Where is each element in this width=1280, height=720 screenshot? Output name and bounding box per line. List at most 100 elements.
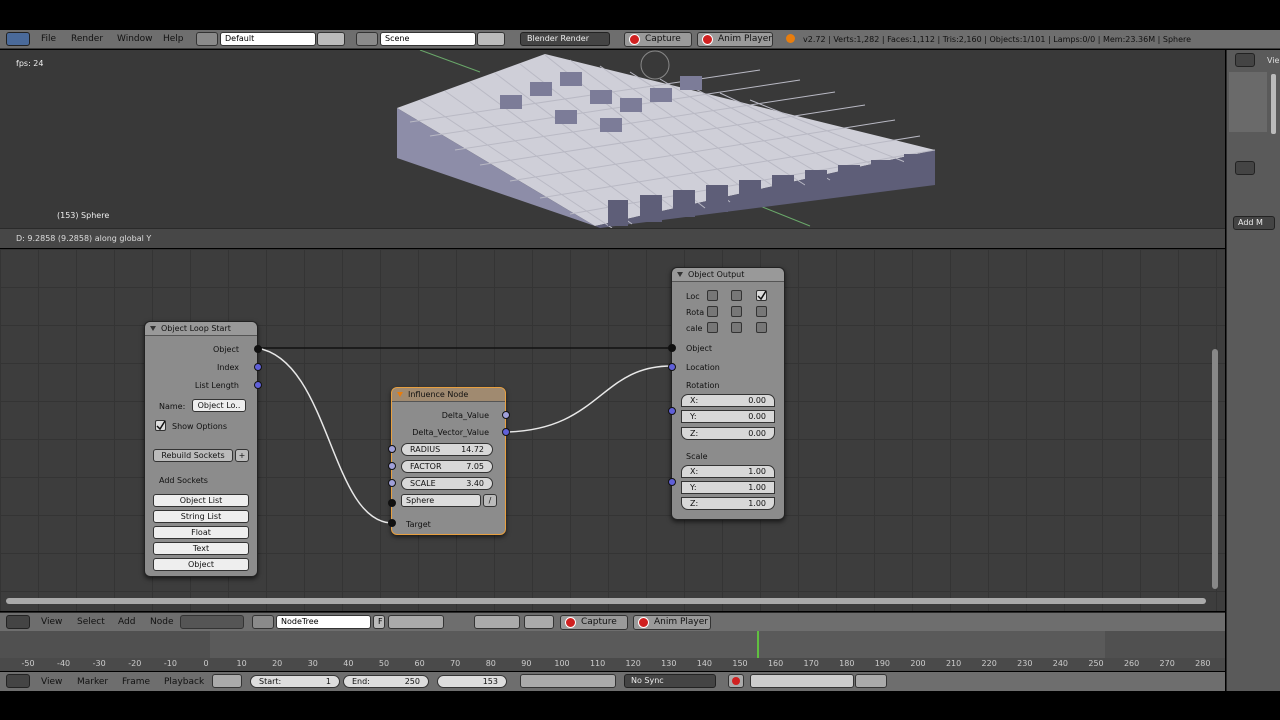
timeline-menu-frame[interactable]: Frame [122,677,150,687]
rot-z-checkbox[interactable] [756,306,767,317]
object-socket[interactable] [388,499,396,507]
node-anim-player-button[interactable]: Anim Player [633,615,711,630]
editor-type-icon[interactable] [6,32,30,46]
object-output-node[interactable]: Object Output Loc Rota cale Object Locat… [668,267,785,520]
layout-field[interactable]: Default [220,32,316,46]
rebuild-sockets-button[interactable]: Rebuild Sockets [153,449,233,462]
target-socket[interactable] [388,519,396,527]
capture-button[interactable]: Capture [624,32,692,47]
snap-buttons[interactable] [474,615,520,629]
scale-z-field[interactable]: Z: 1.00 [681,497,775,510]
node-header[interactable]: Object Output [672,268,784,282]
end-frame-field[interactable]: End: 250 [343,675,429,688]
output-index-socket[interactable] [254,363,262,371]
timeline[interactable] [0,631,1225,671]
rotation-z-field[interactable]: Z: 0.00 [681,427,775,440]
scene-field[interactable]: Scene [380,32,476,46]
name-input[interactable]: Object Lo.. [192,399,246,412]
view-tab-label[interactable]: Vie [1267,56,1279,65]
vertical-scrollbar[interactable] [1212,349,1218,589]
timeline-menu-marker[interactable]: Marker [77,677,108,687]
render-buttons[interactable] [524,615,554,629]
editor-type-icon[interactable] [6,615,30,629]
object-loop-start-node[interactable]: Object Loop Start Object Index List Leng… [144,321,262,577]
keying-set-field[interactable] [750,674,854,688]
loc-z-checkbox[interactable] [756,290,767,301]
output-delta-value-socket[interactable] [502,411,510,419]
view-header-icon[interactable] [1235,53,1255,67]
scene-add-button[interactable] [477,32,505,46]
current-frame-marker[interactable] [757,631,759,658]
scale-socket[interactable] [388,479,396,487]
3d-viewport[interactable]: fps: 24 (153) Sphere [0,50,1225,228]
add-text-button[interactable]: Text [153,542,249,555]
output-list-length-socket[interactable] [254,381,262,389]
radius-field[interactable]: RADIUS 14.72 [401,443,493,456]
node-menu-node[interactable]: Node [150,617,174,627]
rebuild-refresh-icon[interactable]: + [235,449,249,462]
menu-help[interactable]: Help [163,34,184,44]
current-frame-field[interactable]: 153 [437,675,507,688]
scene-browse-button[interactable] [356,32,378,46]
rotation-x-field[interactable]: X: 0.00 [681,394,775,407]
rot-x-checkbox[interactable] [707,306,718,317]
scale-z-checkbox[interactable] [756,322,767,333]
node-menu-add[interactable]: Add [118,617,135,627]
scale-y-checkbox[interactable] [731,322,742,333]
node-capture-button[interactable]: Capture [560,615,628,630]
horizontal-scrollbar[interactable] [6,598,1206,604]
anim-player-button[interactable]: Anim Player [697,32,773,47]
input-scale-socket[interactable] [668,478,676,486]
show-options-checkbox[interactable] [155,420,166,431]
properties-header-icon[interactable] [1235,161,1255,175]
factor-socket[interactable] [388,462,396,470]
eyedropper-icon[interactable]: / [483,494,497,507]
node-tree-browse-button[interactable] [252,615,274,629]
node-tree-field[interactable]: NodeTree [276,615,371,629]
panel-scrollbar[interactable] [1271,74,1276,134]
collapse-icon[interactable] [677,272,683,277]
add-object-button[interactable]: Object [153,558,249,571]
menu-file[interactable]: File [41,34,56,44]
influence-node[interactable]: Influence Node Delta_Value Delta_Vector_… [388,387,510,535]
factor-field[interactable]: FACTOR 7.05 [401,460,493,473]
collapse-icon[interactable] [397,392,403,397]
node-header[interactable]: Object Loop Start [145,322,257,336]
node-menu-select[interactable]: Select [77,617,105,627]
radius-socket[interactable] [388,445,396,453]
scale-x-checkbox[interactable] [707,322,718,333]
loc-y-checkbox[interactable] [731,290,742,301]
input-rotation-socket[interactable] [668,407,676,415]
add-object-list-button[interactable]: Object List [153,494,249,507]
node-menu-view[interactable]: View [41,617,62,627]
playback-buttons[interactable] [520,674,616,688]
timeline-menu-playback[interactable]: Playback [164,677,204,687]
menu-render[interactable]: Render [71,34,103,44]
node-header[interactable]: Influence Node [392,388,505,402]
input-object-socket[interactable] [668,344,676,352]
add-modifier-button[interactable]: Add M [1233,216,1275,230]
layout-browse-button[interactable] [196,32,218,46]
collapse-icon[interactable] [150,326,156,331]
add-string-list-button[interactable]: String List [153,510,249,523]
scale-y-field[interactable]: Y: 1.00 [681,481,775,494]
scale-field[interactable]: SCALE 3.40 [401,477,493,490]
sync-select[interactable]: No Sync [624,674,716,688]
editor-type-icon[interactable] [6,674,30,688]
rotation-y-field[interactable]: Y: 0.00 [681,410,775,423]
scale-x-field[interactable]: X: 1.00 [681,465,775,478]
loc-x-checkbox[interactable] [707,290,718,301]
auto-keyframe-button[interactable] [728,674,744,688]
fake-user-button[interactable]: F [373,615,385,629]
object-select-field[interactable]: Sphere [401,494,481,507]
add-float-button[interactable]: Float [153,526,249,539]
start-frame-field[interactable]: Start: 1 [250,675,340,688]
menu-window[interactable]: Window [117,34,153,44]
layout-add-button[interactable] [317,32,345,46]
preview-range-buttons[interactable] [212,674,242,688]
output-object-socket[interactable] [254,345,262,353]
render-engine-select[interactable]: Blender Render [520,32,610,46]
node-tool-buttons[interactable] [388,615,444,629]
rot-y-checkbox[interactable] [731,306,742,317]
timeline-menu-view[interactable]: View [41,677,62,687]
